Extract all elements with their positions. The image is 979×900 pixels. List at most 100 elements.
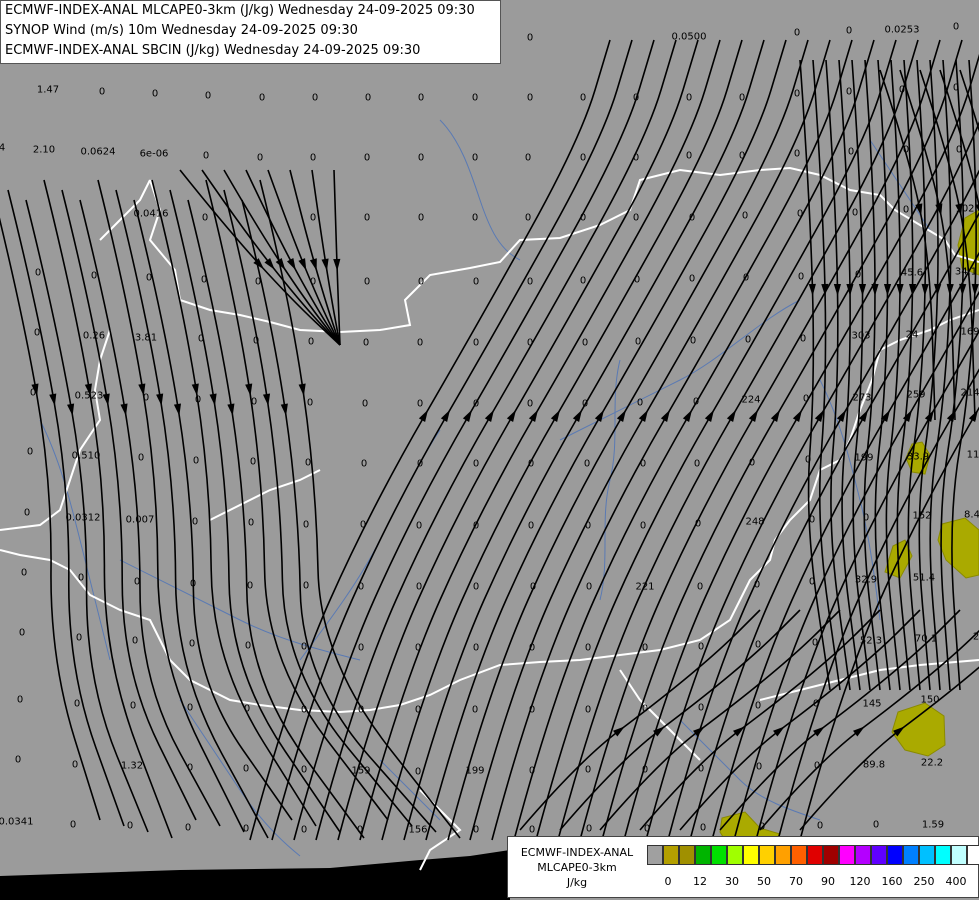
sbcin-value: 0.510: [71, 450, 101, 462]
legend-unit: J/kg: [566, 876, 588, 889]
title-line-wind: SYNOP Wind (m/s) 10m Wednesday 24-09-202…: [5, 23, 358, 38]
sbcin-value: 0: [34, 267, 42, 279]
legend-swatch: [775, 845, 791, 865]
sbcin-value: 0: [697, 641, 705, 653]
sbcin-value: 24: [905, 329, 919, 341]
sbcin-value: 221: [635, 581, 655, 593]
sbcin-value: 0: [697, 763, 705, 775]
legend-swatch: [935, 845, 951, 865]
legend-swatch: [855, 845, 871, 865]
sbcin-value: 0.0341: [0, 816, 34, 828]
legend-tick: 70: [789, 875, 803, 888]
sbcin-value: 0: [189, 578, 197, 590]
sbcin-value: 0: [200, 274, 208, 286]
sbcin-value: 0: [309, 152, 317, 164]
sbcin-value: 0: [186, 702, 194, 714]
legend-tick: 30: [725, 875, 739, 888]
sbcin-value: 0: [526, 32, 534, 44]
sbcin-value: 0: [309, 276, 317, 288]
legend-swatch: [759, 845, 775, 865]
sbcin-value: 0: [581, 398, 589, 410]
sbcin-value: 0: [696, 581, 704, 593]
sbcin-value: 0: [90, 270, 98, 282]
sbcin-value: 0: [417, 152, 425, 164]
sbcin-value: 0: [311, 92, 319, 104]
sbcin-value: 0: [142, 392, 150, 404]
sbcin-value: 0: [796, 208, 804, 220]
sbcin-value: 0: [357, 704, 365, 716]
sbcin-value: 156: [408, 824, 428, 836]
sbcin-value: 0: [793, 88, 801, 100]
sbcin-value: 0: [204, 90, 212, 102]
sbcin-value: 0: [699, 822, 707, 834]
sbcin-value: 0: [758, 821, 766, 833]
sbcin-value: 0: [417, 212, 425, 224]
sbcin-value: 22.2: [920, 757, 944, 769]
sbcin-value: 0: [755, 761, 763, 773]
sbcin-value: 0: [186, 762, 194, 774]
legend-swatch: [695, 845, 711, 865]
sbcin-value: 0: [741, 210, 749, 222]
sbcin-value: 0: [192, 455, 200, 467]
sbcin-value: 0: [738, 150, 746, 162]
sbcin-value: 0.0312: [65, 512, 101, 524]
sbcin-value: 0: [250, 396, 258, 408]
legend-swatch: [711, 845, 727, 865]
sbcin-value: 0: [808, 576, 816, 588]
sbcin-value: 0: [641, 764, 649, 776]
sbcin-value: 0: [415, 581, 423, 593]
legend-swatch: [743, 845, 759, 865]
sbcin-value: 0: [73, 698, 81, 710]
map-canvas: [0, 0, 979, 900]
sbcin-value: 0: [300, 641, 308, 653]
legend-swatch: [839, 845, 855, 865]
legend-tick: 160: [881, 875, 903, 888]
sbcin-value: 0: [357, 581, 365, 593]
sbcin-value: 224: [741, 394, 761, 406]
sbcin-value: 0: [359, 519, 367, 531]
sbcin-value: 0: [191, 516, 199, 528]
sbcin-value: 145: [862, 698, 882, 710]
sbcin-value: 0: [641, 642, 649, 654]
sbcin-value: 0: [471, 152, 479, 164]
sbcin-value: 0: [799, 333, 807, 345]
sbcin-value: 45.6: [900, 267, 924, 279]
sbcin-value: 152: [912, 510, 932, 522]
sbcin-value: 0: [416, 337, 424, 349]
sbcin-value: 0: [472, 398, 480, 410]
sbcin-value: 0: [137, 452, 145, 464]
sbcin-value: 0: [307, 336, 315, 348]
sbcin-value: 0: [898, 84, 906, 96]
sbcin-value: 0: [742, 272, 750, 284]
map-background: [0, 0, 979, 900]
sbcin-value: 0: [23, 507, 31, 519]
sbcin-value: 0: [872, 819, 880, 831]
legend-swatch: [951, 845, 967, 865]
legend-line-2: MLCAPE0-3km: [537, 861, 617, 874]
sbcin-value: 0: [472, 458, 480, 470]
sbcin-value: 0: [197, 333, 205, 345]
sbcin-value: 0: [528, 765, 536, 777]
sbcin-value: 0: [524, 212, 532, 224]
sbcin-value: 0: [300, 704, 308, 716]
sbcin-value: 0: [98, 86, 106, 98]
sbcin-value: 0: [363, 152, 371, 164]
sbcin-value: 0: [26, 446, 34, 458]
legend-swatch: [903, 845, 919, 865]
sbcin-value: 0: [201, 212, 209, 224]
sbcin-value: 0: [639, 520, 647, 532]
sbcin-value: 0: [685, 150, 693, 162]
sbcin-value: 0: [793, 27, 801, 39]
sbcin-value: 0: [812, 698, 820, 710]
sbcin-value: 0: [472, 642, 480, 654]
sbcin-value: 0: [417, 276, 425, 288]
sbcin-value: 259: [906, 389, 926, 401]
sbcin-value: 0: [811, 637, 819, 649]
sbcin-value: 0: [254, 276, 262, 288]
sbcin-value: 169: [960, 326, 979, 338]
legend-tick: 0: [664, 875, 672, 888]
legend-swatch: [663, 845, 679, 865]
sbcin-value: 0: [585, 581, 593, 593]
sbcin-value: 0: [304, 457, 312, 469]
sbcin-value: 0: [526, 92, 534, 104]
